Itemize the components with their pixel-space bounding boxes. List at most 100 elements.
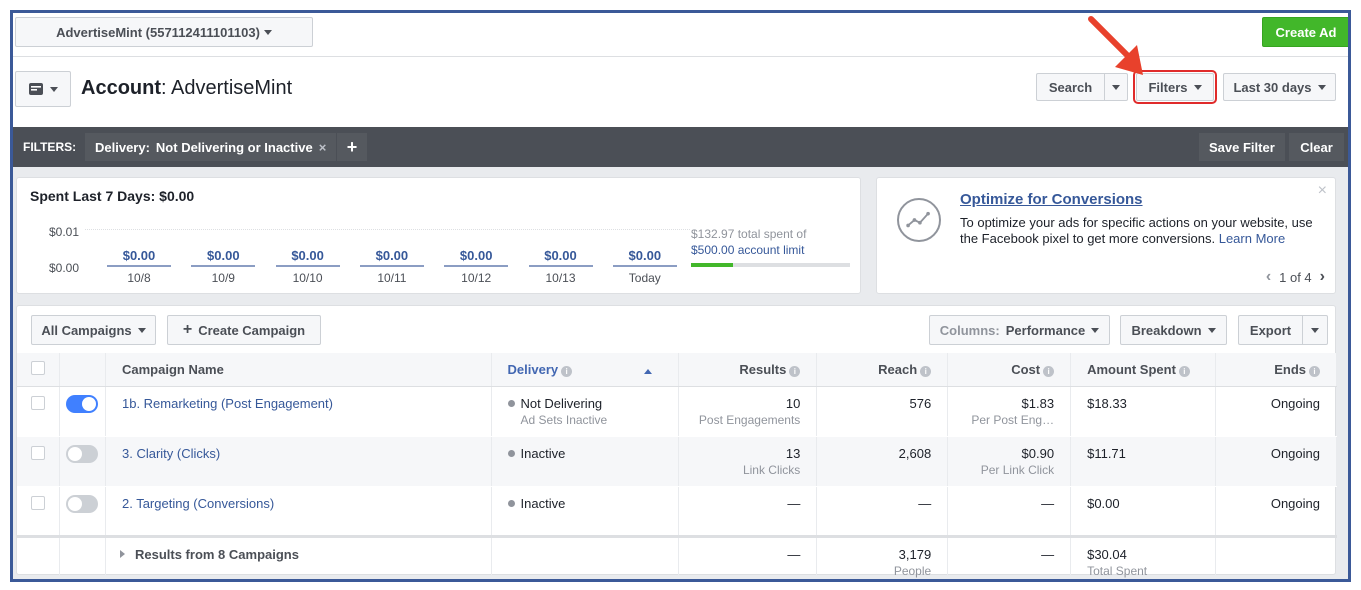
row-checkbox[interactable] (31, 445, 45, 460)
view-switcher-button[interactable] (15, 71, 71, 107)
save-filter-button[interactable]: Save Filter (1199, 133, 1285, 161)
spend-day-amount[interactable]: $0.00 (528, 248, 593, 267)
table-row[interactable]: 2. Targeting (Conversions) Inactive — — … (17, 486, 1338, 537)
delivery-substatus: Ad Sets Inactive (520, 412, 608, 427)
header-delivery-label: Delivery (507, 361, 559, 377)
spend-day-amount[interactable]: $0.00 (444, 248, 509, 267)
info-icon[interactable]: i (920, 365, 932, 377)
results-cell: 13 Link Clicks (678, 436, 818, 487)
create-campaign-button[interactable]: + Create Campaign (167, 315, 321, 345)
footer-delivery-cell (491, 534, 680, 579)
chevron-right-icon[interactable]: › (1320, 268, 1325, 286)
toggle-knob (82, 396, 96, 411)
spend-day-amount[interactable]: $0.00 (359, 248, 424, 267)
all-campaigns-label: All Campaigns (41, 322, 132, 338)
learn-more-link[interactable]: Learn More (1219, 231, 1285, 246)
all-campaigns-dropdown[interactable]: All Campaigns (31, 315, 156, 345)
header-reach[interactable]: Reach i (816, 353, 949, 387)
header-cost[interactable]: Cost i (947, 353, 1072, 387)
cost-type: Per Post Eng… (971, 412, 1055, 427)
columns-dropdown[interactable]: Columns: Performance (929, 315, 1110, 345)
footer-label-cell[interactable]: Results from 8 Campaigns (105, 534, 492, 579)
export-button[interactable]: Export (1238, 315, 1302, 345)
account-selector[interactable]: AdvertiseMint (557112411101103) (15, 17, 313, 47)
campaign-name-link[interactable]: 1b. Remarketing (Post Engagement) (122, 396, 333, 411)
spend-day-amount[interactable]: $0.00 (275, 248, 340, 267)
columns-prefix: Columns: (939, 322, 1000, 338)
amount-spent-value: $0.00 (1087, 495, 1120, 511)
create-ad-button[interactable]: Create Ad (1262, 17, 1348, 47)
cost-value: $0.90 (1021, 445, 1055, 461)
account-limit-link[interactable]: $500.00 account limit (691, 242, 806, 258)
close-icon[interactable]: × (1318, 182, 1327, 200)
close-icon[interactable]: × (319, 140, 327, 155)
info-icon[interactable]: i (1178, 365, 1190, 377)
info-icon[interactable]: i (561, 365, 573, 377)
spend-day-amount[interactable]: $0.00 (191, 248, 256, 267)
results-cell: — (678, 486, 818, 537)
header-amount-spent-label: Amount Spent (1087, 361, 1176, 377)
footer-results-value: — (787, 546, 801, 562)
delivery-status: Not Delivering (520, 395, 603, 411)
campaign-name-cell: 2. Targeting (Conversions) (105, 486, 492, 537)
ads-view-icon (29, 83, 43, 95)
info-icon[interactable]: i (1309, 365, 1320, 377)
chevron-down-icon (1193, 84, 1202, 90)
header-results-label: Results (739, 361, 787, 377)
add-filter-button[interactable]: + (337, 133, 367, 161)
spend-day: $0.00 10/9 (191, 248, 256, 285)
row-checkbox[interactable] (31, 395, 45, 410)
amount-spent-cell: $18.33 (1070, 386, 1216, 437)
header-campaign-name[interactable]: Campaign Name (105, 353, 492, 387)
row-checkbox[interactable] (31, 495, 45, 510)
chevron-left-icon[interactable]: ‹ (1266, 268, 1271, 286)
tip-title-link[interactable]: Optimize for Conversions (960, 191, 1143, 208)
row-select-cell (17, 486, 60, 537)
table-row[interactable]: 3. Clarity (Clicks) Inactive 13 Link Clic… (17, 436, 1338, 487)
breakdown-dropdown[interactable]: Breakdown (1120, 315, 1227, 345)
header-select-cell (17, 353, 60, 387)
spend-day-amount[interactable]: $0.00 (612, 248, 677, 267)
row-toggle-cell (59, 386, 106, 437)
expand-triangle-icon[interactable] (119, 549, 125, 558)
delivery-cell: Inactive (491, 486, 680, 537)
header-amount-spent[interactable]: Amount Spent i (1070, 353, 1216, 387)
date-range-button[interactable]: Last 30 days (1223, 73, 1336, 101)
campaign-name-link[interactable]: 3. Clarity (Clicks) (122, 446, 220, 461)
sort-ascending-icon (644, 368, 653, 374)
line-chart-icon (897, 198, 941, 242)
ends-cell: Ongoing (1215, 386, 1338, 437)
select-all-checkbox[interactable] (31, 360, 45, 375)
reach-cell: — (816, 486, 949, 537)
chevron-down-icon (1091, 327, 1100, 333)
status-dot-icon (507, 449, 515, 457)
header-ends[interactable]: Ends i (1215, 353, 1338, 387)
footer-amount-type: Total Spent (1087, 563, 1148, 578)
spend-day-amount[interactable]: $0.00 (107, 248, 171, 267)
campaign-status-toggle[interactable] (66, 444, 98, 463)
header-campaign-name-label: Campaign Name (121, 361, 224, 377)
status-dot-icon (507, 399, 515, 407)
spend-day: $0.00 10/12 (444, 248, 509, 285)
page-title-rest: : AdvertiseMint (161, 77, 293, 99)
header-delivery[interactable]: Delivery i (491, 353, 680, 387)
results-cell: 10 Post Engagements (678, 386, 818, 437)
plus-icon: + (182, 321, 193, 338)
ends-cell: Ongoing (1215, 486, 1338, 537)
filter-chip-delivery[interactable]: Delivery: Not Delivering or Inactive × (85, 133, 337, 161)
header-results[interactable]: Results i (678, 353, 818, 387)
campaign-name-link[interactable]: 2. Targeting (Conversions) (122, 496, 274, 511)
delivery-cell: Not Delivering Ad Sets Inactive (491, 386, 680, 437)
export-dropdown-button[interactable] (1302, 315, 1328, 345)
spend-day-label: 10/11 (377, 271, 407, 285)
info-icon[interactable]: i (1043, 365, 1055, 377)
campaign-status-toggle[interactable] (66, 394, 98, 413)
ends-value: Ongoing (1270, 395, 1320, 411)
account-limit-text: $132.97 total spent of $500.00 account l… (691, 226, 806, 258)
campaign-status-toggle[interactable] (66, 494, 98, 513)
footer-label: Results from 8 Campaigns (134, 546, 299, 562)
table-row[interactable]: 1b. Remarketing (Post Engagement) Not De… (17, 386, 1338, 437)
spend-day: $0.00 10/10 (275, 248, 340, 285)
clear-filters-button[interactable]: Clear (1289, 133, 1344, 161)
info-icon[interactable]: i (789, 365, 801, 377)
